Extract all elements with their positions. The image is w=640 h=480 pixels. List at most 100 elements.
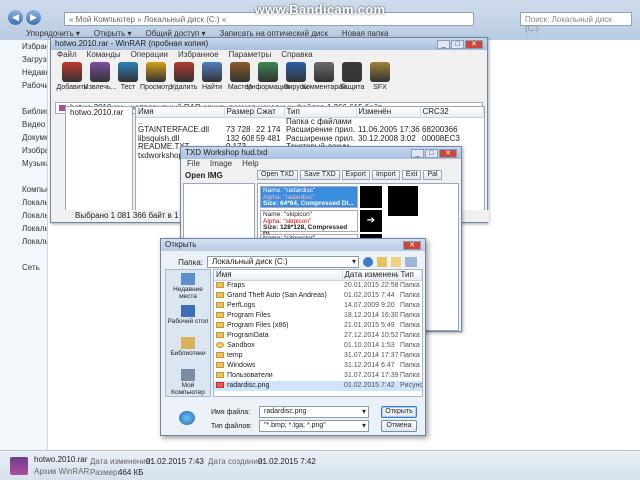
toolbar-button[interactable]: Извлечь... [84, 62, 116, 91]
export-button[interactable]: Export [341, 170, 370, 180]
place-recent[interactable]: Недавние места [166, 270, 210, 302]
filetype-select[interactable]: "*.bmp; *.tga; *.png" [259, 420, 369, 432]
look-in-combo[interactable]: Локальный диск (C:) [207, 256, 359, 268]
column-crc32[interactable]: CRC32 [420, 107, 484, 118]
column-name[interactable]: Имя [214, 270, 343, 281]
menu-favorites[interactable]: Избранное [178, 50, 219, 60]
toolbar-button[interactable]: Комментарий [302, 62, 346, 91]
nav-item[interactable]: Рабочий [0, 79, 47, 92]
file-row[interactable]: ProgramData 27.12.2014 10:52Папка с ф [214, 331, 422, 341]
nav-item [0, 248, 47, 261]
file-row[interactable]: temp 31.07.2014 17:37Папка с ф [214, 351, 422, 361]
menu-options[interactable]: Параметры [229, 50, 272, 60]
file-row[interactable]: Program Files (x86) 21.01.2015 5:49 Папка … [214, 321, 422, 331]
toolbar-button[interactable]: Найти [199, 62, 225, 91]
nav-item[interactable]: Музыка [0, 157, 47, 170]
nav-item[interactable]: Компьютер [0, 183, 47, 196]
place-computer[interactable]: Мой Компьютер [166, 366, 210, 398]
nav-item[interactable]: Изображения [0, 144, 47, 157]
nav-item[interactable]: Локальный [0, 196, 47, 209]
close-icon[interactable]: ✕ [465, 39, 483, 49]
back-icon[interactable] [363, 257, 373, 267]
toolbar-button[interactable]: Удалить [171, 62, 197, 91]
file-row[interactable]: Grand Theft Auto (San Andreas) 01.02.2015… [214, 291, 422, 301]
details-type: Архив WinRAR [34, 467, 90, 476]
close-icon[interactable]: ✕ [439, 148, 457, 158]
file-row[interactable]: Fraps 20.01.2015 22:58Папка с ф [214, 280, 422, 291]
details-created-label: Дата создания: [208, 457, 265, 466]
txd-menu-image[interactable]: Image [210, 159, 232, 169]
txd-menu-file[interactable]: File [187, 159, 200, 169]
toolbar-button[interactable]: Просмотр [140, 62, 172, 91]
toolbar-button[interactable]: SFX [367, 62, 393, 91]
exit-button[interactable]: Exit [401, 170, 422, 180]
save-txd-button[interactable]: Save TXD [299, 170, 340, 180]
place-desktop[interactable]: Рабочий стол [166, 302, 210, 334]
network-icon[interactable] [179, 411, 195, 425]
toolbar-button[interactable]: Добавить [57, 62, 87, 91]
file-row[interactable]: Пользователи 31.07.2014 17:39Папка с ф [214, 371, 422, 381]
folder-icon [216, 321, 224, 328]
file-row[interactable]: radardisc.png 01.02.2015 7:42Рисунок I [214, 380, 422, 391]
column-type[interactable]: Тип [398, 270, 422, 281]
open-button[interactable]: Открыть [381, 406, 417, 418]
file-row[interactable]: Sandbox 01.10.2014 1:53 Папка с ф [214, 341, 422, 351]
minimize-icon[interactable]: _ [437, 39, 450, 49]
open-txd-button[interactable]: Open TXD [257, 170, 298, 180]
texture-item-radardisc[interactable]: Name: "radardisc" Alpha: "radardisc" Siz… [260, 186, 358, 208]
view-menu-icon[interactable] [405, 257, 417, 267]
cancel-button[interactable]: Отмена [381, 420, 417, 432]
place-libraries[interactable]: Библиотеки [166, 334, 210, 366]
nav-item[interactable]: Недавние [0, 66, 47, 79]
nav-item[interactable]: Избранное [0, 40, 47, 53]
minimize-icon[interactable]: _ [411, 148, 424, 158]
nav-item[interactable]: Библиотеки [0, 105, 47, 118]
nav-item[interactable]: Локальный [0, 222, 47, 235]
file-row[interactable]: PerfLogs 14.07.2009 9:20 Папка с ф [214, 301, 422, 311]
nav-item[interactable]: Видео [0, 118, 47, 131]
menu-commands[interactable]: Команды [87, 50, 121, 60]
nav-item[interactable]: Документы [0, 131, 47, 144]
txd-titlebar[interactable]: TXD Workshop hud.txd _ □ ✕ [181, 147, 461, 159]
open-img-label[interactable]: Open IMG [185, 171, 223, 180]
menu-help[interactable]: Справка [281, 50, 312, 60]
nav-item[interactable]: Локальный [0, 209, 47, 222]
toolbar-button[interactable]: Защита [339, 62, 365, 91]
table-row[interactable]: libsquish.dll 132 608 59 481 Расширение при… [136, 135, 484, 144]
menu-operations[interactable]: Операции [131, 50, 168, 60]
file-row[interactable]: Program Files 18.12.2014 16:30Папка с ф [214, 311, 422, 321]
column-size[interactable]: Размер [224, 107, 255, 118]
dialog-titlebar[interactable]: Открыть ✕ [161, 239, 425, 251]
nav-item[interactable]: Локальный [0, 235, 47, 248]
maximize-icon[interactable]: □ [425, 148, 438, 158]
winrar-titlebar[interactable]: hotwo.2010.rar - WinRAR (пробная копия) … [51, 38, 487, 50]
menu-file[interactable]: Файл [57, 50, 77, 60]
details-created: 01.02.2015 7:42 [258, 457, 316, 466]
table-cell: 00008EC3 [422, 134, 460, 143]
file-row[interactable]: Windows 31.12.2014 6:47 Папка с ф [214, 361, 422, 371]
close-icon[interactable]: ✕ [403, 240, 421, 250]
nav-item[interactable]: Загрузки [0, 53, 47, 66]
column-type[interactable]: Тип [284, 107, 357, 118]
nav-item[interactable]: Сеть [0, 261, 47, 274]
txd-menu-help[interactable]: Help [242, 159, 258, 169]
texture-item-skipicon[interactable]: Name: "skipicon" Alpha: "skipicon" Size:… [260, 210, 358, 237]
new-folder-icon[interactable] [391, 257, 401, 267]
tree-item-archive[interactable]: hotwo.2010.rar [66, 107, 132, 117]
toolbar-button[interactable]: Информация [247, 62, 289, 91]
toolbar-button[interactable]: Тест [115, 62, 141, 91]
column-modified[interactable]: Изменён [356, 107, 421, 118]
details-modified-label: Дата изменения: [90, 457, 153, 466]
column-packed[interactable]: Сжат [254, 107, 285, 118]
column-name[interactable]: Имя [136, 107, 225, 118]
filename-field[interactable]: radardisc.png [259, 406, 369, 418]
table-row[interactable]: GTAINTERFACE.dll 73 728 22 174 Расширение п… [136, 126, 484, 135]
pal-button[interactable]: Pal [423, 170, 442, 180]
maximize-icon[interactable]: □ [451, 39, 464, 49]
column-date[interactable]: Дата изменения [342, 270, 399, 281]
import-button[interactable]: Import [371, 170, 400, 180]
up-folder-icon[interactable] [377, 257, 387, 267]
place-label: Рабочий стол [167, 318, 209, 325]
place-label: Библиотеки [170, 350, 206, 357]
table-row[interactable]: .. Папка с файлами [136, 117, 484, 126]
